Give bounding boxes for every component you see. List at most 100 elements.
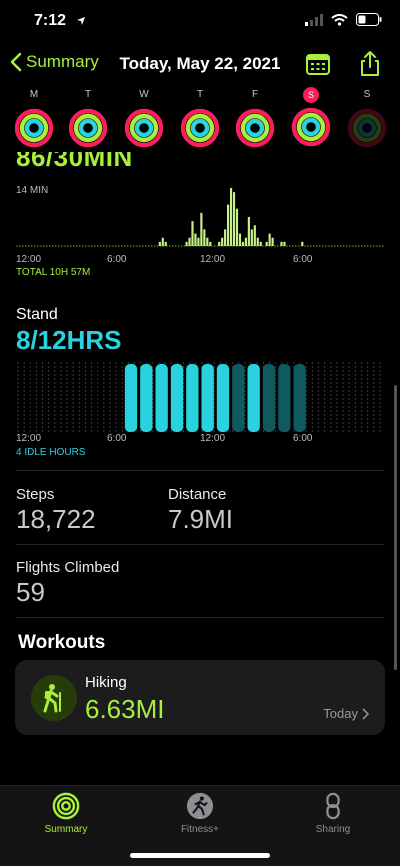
day-1[interactable]: T [68, 86, 108, 148]
status-time: 7:12 [34, 12, 67, 29]
move-bar [253, 225, 256, 246]
move-bar [194, 233, 197, 246]
steps-value: 18,722 [16, 504, 96, 534]
move-bar [218, 241, 221, 246]
stand-value: 8/12HRS [16, 325, 122, 355]
activity-rings-icon [68, 108, 108, 148]
move-bar [200, 212, 203, 246]
move-bar [158, 241, 161, 246]
move-bar [247, 217, 250, 246]
day-letter: S [363, 89, 371, 100]
move-bar [256, 237, 259, 246]
battery-icon [356, 13, 382, 26]
stand-hour-achieved [216, 364, 230, 432]
move-axis-tick-1: 6:00 [107, 254, 127, 265]
day-6[interactable]: S [347, 86, 387, 148]
move-bar [280, 241, 283, 246]
tab-fitness-plus[interactable]: Fitness+ [150, 792, 250, 835]
move-bar [221, 237, 224, 246]
move-bar [271, 237, 274, 246]
stand-hour-achieved [247, 364, 260, 432]
flights-climbed-label: Flights Climbed [16, 559, 120, 576]
activity-rings-icon [180, 108, 220, 148]
move-axis-tick-0: 12:00 [16, 254, 42, 265]
day-letter: S [303, 87, 319, 103]
move-bar [203, 229, 206, 246]
move-bar [241, 241, 245, 246]
stand-title: Stand [16, 306, 58, 323]
home-indicator [130, 853, 270, 858]
page-title: Today, May 22, 2021 [119, 54, 281, 73]
day-3[interactable]: T [180, 86, 220, 148]
activity-detail-content: 86/30MIN 14 MIN 12:00 6:00 12:00 6:00 TO… [0, 152, 400, 785]
move-bar [206, 237, 209, 246]
calendar-icon[interactable] [304, 50, 332, 78]
flights-climbed-value: 59 [16, 577, 45, 607]
tab-sharing[interactable]: Sharing [283, 792, 383, 835]
stand-hour-idle [293, 364, 306, 432]
stand-hour-achieved [155, 364, 168, 432]
stand-hour-achieved [201, 364, 214, 432]
move-bar [250, 229, 253, 246]
runner-icon [186, 792, 214, 820]
tab-bar: Summary Fitness+ Sharing [0, 785, 400, 866]
wifi-icon [331, 13, 348, 26]
day-letter: T [196, 89, 204, 100]
day-letter: F [251, 89, 259, 100]
activity-rings-icon [347, 108, 387, 148]
activity-rings-icon [14, 108, 54, 148]
day-2[interactable]: W [124, 86, 164, 148]
day-letter: W [139, 89, 149, 100]
workout-name: Hiking [85, 674, 127, 691]
tab-summary[interactable]: Summary [16, 792, 116, 835]
stand-hour-achieved [170, 364, 184, 432]
scrollbar[interactable] [394, 385, 397, 670]
tab-sharing-label: Sharing [315, 824, 351, 835]
divider [16, 617, 384, 618]
move-bar [268, 233, 271, 246]
activity-rings-icon [52, 792, 80, 820]
stand-axis-tick-3: 6:00 [293, 433, 313, 444]
day-4[interactable]: F [235, 86, 275, 148]
day-letter: T [84, 89, 92, 100]
activity-rings-icon [124, 108, 164, 148]
share-icon[interactable] [356, 50, 384, 78]
move-bar [197, 237, 200, 246]
move-bar [229, 188, 233, 246]
distance-label: Distance [168, 486, 227, 503]
workouts-title: Workouts [18, 632, 106, 653]
steps-label: Steps [16, 486, 55, 503]
move-hourly-chart [16, 188, 384, 247]
move-bar [185, 241, 188, 246]
stand-axis-tick-1: 6:00 [107, 433, 127, 444]
chevron-right-icon [362, 707, 369, 720]
move-bar [238, 233, 242, 246]
activity-rings-icon [291, 107, 331, 147]
status-bar: 7:12 [0, 0, 400, 44]
move-bar [224, 229, 227, 246]
workout-card-hiking[interactable]: Hiking 6.63MI Today [15, 660, 385, 735]
move-bar [188, 237, 191, 246]
move-bar [235, 208, 239, 246]
move-bar [283, 241, 286, 246]
tab-fitness-plus-label: Fitness+ [180, 824, 220, 835]
day-0[interactable]: M [14, 86, 54, 148]
location-arrow-icon [77, 17, 85, 25]
tab-summary-label: Summary [44, 824, 88, 835]
move-value: 86/30MIN [16, 152, 133, 172]
divider [16, 470, 384, 471]
move-bar [209, 241, 212, 246]
stand-axis-tick-2: 12:00 [200, 433, 226, 444]
sharing-icon [326, 792, 340, 820]
distance-value: 7.9MI [168, 504, 234, 534]
move-bar [191, 221, 194, 246]
stand-hour-idle [278, 364, 291, 432]
hiking-icon [31, 675, 77, 721]
workout-distance: 6.63MI [85, 694, 165, 724]
move-axis-tick-3: 6:00 [293, 254, 313, 265]
day-5[interactable]: S [291, 86, 331, 147]
navigation-bar: Summary Today, May 22, 2021 [0, 44, 400, 84]
stand-hour-idle [262, 364, 276, 432]
week-selector: MTWTFSS [0, 86, 400, 152]
workout-date-label: Today [323, 706, 358, 721]
